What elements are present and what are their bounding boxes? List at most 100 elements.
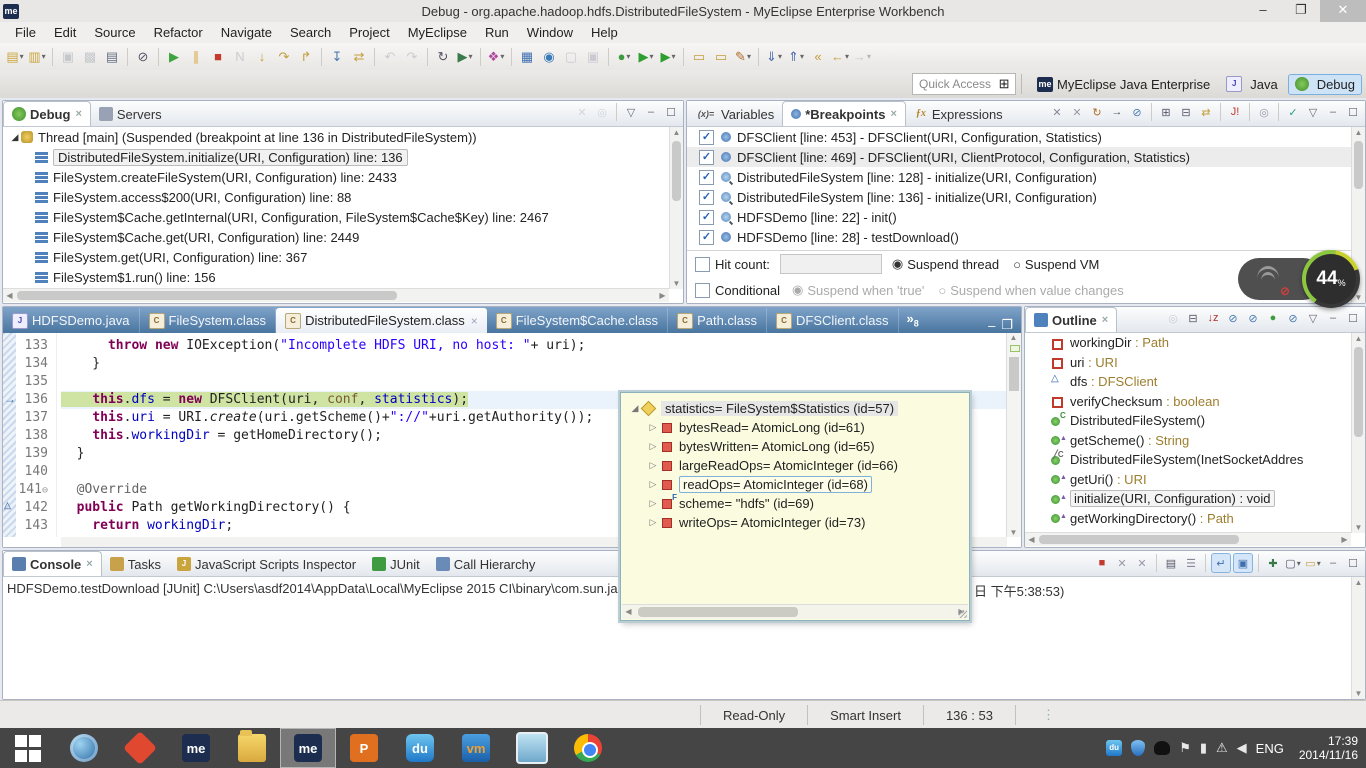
terminate-icon[interactable]: ■ — [208, 47, 228, 67]
start-button[interactable] — [0, 728, 56, 768]
go-to-file-icon[interactable]: → — [1108, 103, 1126, 121]
maximize-icon[interactable]: ☐ — [1344, 103, 1362, 121]
menu-help[interactable]: Help — [582, 23, 627, 42]
report-design-icon[interactable]: ▦ — [517, 47, 537, 67]
outline-item[interactable]: initialize(URI, Configuration) : void — [1025, 489, 1351, 509]
expanded-arrow-icon[interactable]: ◢ — [629, 403, 641, 414]
print-icon[interactable]: ▤ — [102, 47, 122, 67]
show-breakpoint-group-icon[interactable]: ◎ — [1255, 103, 1273, 121]
taskbar-app-blue-globe[interactable] — [56, 728, 112, 768]
menu-navigate[interactable]: Navigate — [212, 23, 281, 42]
open-web-folder-icon[interactable]: ▭ — [689, 47, 709, 67]
myeclipse-palette-icon[interactable]: ❖▾ — [486, 47, 506, 67]
expand-all-icon[interactable]: ⊞ — [1157, 103, 1175, 121]
taskbar-app-git[interactable] — [112, 728, 168, 768]
outline-item[interactable]: workingDir : Path — [1025, 333, 1351, 353]
new-wizard-icon[interactable]: ▤▾ — [5, 47, 25, 67]
hit-count-checkbox[interactable] — [695, 257, 710, 272]
popup-variable-row[interactable]: ▷readOps= AtomicInteger (id=68) — [621, 475, 969, 494]
collapsed-arrow-icon[interactable]: ▷ — [647, 517, 659, 528]
format-brush-icon[interactable]: ✎▾ — [733, 47, 753, 67]
console-tab-console[interactable]: Console× — [3, 551, 102, 576]
suspend-icon[interactable]: ∥ — [186, 47, 206, 67]
view-menu-icon[interactable]: ▽ — [622, 103, 640, 121]
outline-tab-outline[interactable]: Outline× — [1025, 307, 1117, 332]
popup-variable-row[interactable]: ▷largeReadOps= AtomicInteger (id=66) — [621, 456, 969, 475]
menu-edit[interactable]: Edit — [45, 23, 85, 42]
breakpoint-checkbox[interactable]: ✓ — [699, 190, 714, 205]
use-step-filters-icon[interactable]: ⇄ — [349, 47, 369, 67]
last-edit-location-icon[interactable]: ⇓▾ — [764, 47, 784, 67]
menu-window[interactable]: Window — [518, 23, 582, 42]
perspective-myeclipse[interactable]: me MyEclipse Java Enterprise — [1028, 75, 1216, 94]
breakpoint-checkbox[interactable]: ✓ — [699, 170, 714, 185]
back-to-flag-icon[interactable]: « — [808, 47, 828, 67]
menu-project[interactable]: Project — [340, 23, 398, 42]
collapsed-arrow-icon[interactable]: ▷ — [647, 498, 659, 509]
annotation-ruler[interactable]: →△ — [3, 333, 17, 537]
clear-console-icon[interactable]: ▤ — [1162, 554, 1180, 572]
sort-alphabetically-icon[interactable]: ↓z — [1204, 309, 1222, 327]
editor-tab-filesystem-class[interactable]: CFileSystem.class — [140, 308, 277, 333]
outline-item[interactable]: DistributedFileSystem() — [1025, 411, 1351, 431]
taskbar-app-photos[interactable] — [504, 728, 560, 768]
suspend-changes-radio[interactable]: ○ — [938, 283, 946, 298]
tray-shield-icon[interactable] — [1131, 740, 1145, 756]
popup-hscrollbar[interactable]: ◀▶ — [622, 604, 968, 619]
stack-frame[interactable]: DistributedFileSystem.initialize(URI, Co… — [3, 147, 669, 167]
taskbar-app-chrome[interactable] — [560, 728, 616, 768]
show-supported-breakpoints-icon[interactable]: ↻ — [1088, 103, 1106, 121]
collapsed-arrow-icon[interactable]: ▷ — [647, 460, 659, 471]
console-tab-junit[interactable]: JUnit — [364, 552, 428, 576]
tray-network-warning-icon[interactable]: ⚠ — [1216, 740, 1228, 756]
tray-battery-icon[interactable]: ▮ — [1200, 740, 1207, 756]
console-tab-tasks[interactable]: Tasks — [102, 552, 169, 576]
editor-tab-overflow[interactable]: »8 — [907, 311, 919, 329]
show-console-on-output-icon[interactable]: ▣ — [1233, 553, 1253, 573]
breakpoint-row[interactable]: ✓DFSClient [line: 453] - DFSClient(URI, … — [687, 127, 1351, 147]
outline-item[interactable]: getScheme() : String — [1025, 431, 1351, 451]
hide-fields-icon[interactable]: ⊘ — [1224, 309, 1242, 327]
expanded-arrow-icon[interactable]: ◢ — [9, 132, 21, 143]
close-tab-icon[interactable]: × — [890, 108, 896, 120]
menu-source[interactable]: Source — [85, 23, 144, 42]
new-java-ee-wizard-icon[interactable]: ▥▾ — [27, 47, 47, 67]
filter-breakpoints-icon[interactable]: ✓ — [1284, 103, 1302, 121]
minimize-icon[interactable]: – — [1324, 309, 1342, 327]
minimize-icon[interactable]: – — [642, 103, 660, 121]
breakpoint-row[interactable]: ✓DistributedFileSystem [line: 136] - ini… — [687, 187, 1351, 207]
popup-variable-row[interactable]: ▷writeOps= AtomicInteger (id=73) — [621, 513, 969, 532]
disconnect-icon[interactable]: N — [230, 47, 250, 67]
collapsed-arrow-icon[interactable]: ▷ — [647, 422, 659, 433]
outline-item[interactable]: DistributedFileSystem(InetSocketAddres — [1025, 450, 1351, 470]
remove-all-terminated-icon[interactable]: ✕ — [573, 103, 591, 121]
step-return-icon[interactable]: ↱ — [296, 47, 316, 67]
breakpoint-row[interactable]: ✓DistributedFileSystem [line: 128] - ini… — [687, 167, 1351, 187]
display-selected-console-icon[interactable]: ▢▾ — [1284, 554, 1302, 572]
sync-with-server-icon[interactable]: ↻ — [433, 47, 453, 67]
run-launch-icon[interactable]: ▶▾ — [636, 47, 656, 67]
undo-icon[interactable]: ↶ — [380, 47, 400, 67]
popup-variable-row[interactable]: ▷bytesRead= AtomicLong (id=61) — [621, 418, 969, 437]
stack-frame[interactable]: FileSystem$1.run() line: 156 — [3, 267, 669, 287]
skip-all-breakpoints-view-icon[interactable]: ⊘ — [1128, 103, 1146, 121]
fold-collapse-icon[interactable]: ⊖ — [42, 485, 48, 496]
minimize-icon[interactable]: – — [1324, 554, 1342, 572]
editor-minimize-button[interactable]: – — [988, 318, 995, 333]
popup-variable-row[interactable]: ▷scheme= "hdfs" (id=69) — [621, 494, 969, 513]
menu-run[interactable]: Run — [476, 23, 518, 42]
stack-frame[interactable]: FileSystem.get(URI, Configuration) line:… — [3, 247, 669, 267]
step-over-icon[interactable]: ↷ — [274, 47, 294, 67]
terminate-console-icon[interactable]: ■ — [1093, 554, 1111, 572]
tray-baidu-icon[interactable]: du — [1106, 740, 1122, 756]
open-console-icon[interactable]: ▭▾ — [1304, 554, 1322, 572]
collapse-all-icon[interactable]: ⊟ — [1184, 309, 1202, 327]
conditional-checkbox[interactable] — [695, 283, 710, 298]
tray-dish-icon[interactable] — [1154, 741, 1170, 755]
outline-item[interactable]: verifyChecksum : boolean — [1025, 392, 1351, 412]
maximize-icon[interactable]: ☐ — [662, 103, 680, 121]
word-wrap-icon[interactable]: ↵ — [1211, 553, 1231, 573]
breakpoint-row[interactable]: ✓HDFSDemo [line: 22] - init() — [687, 207, 1351, 227]
taskbar-app-vmware[interactable]: vm — [448, 728, 504, 768]
taskbar-app-p[interactable]: P — [336, 728, 392, 768]
